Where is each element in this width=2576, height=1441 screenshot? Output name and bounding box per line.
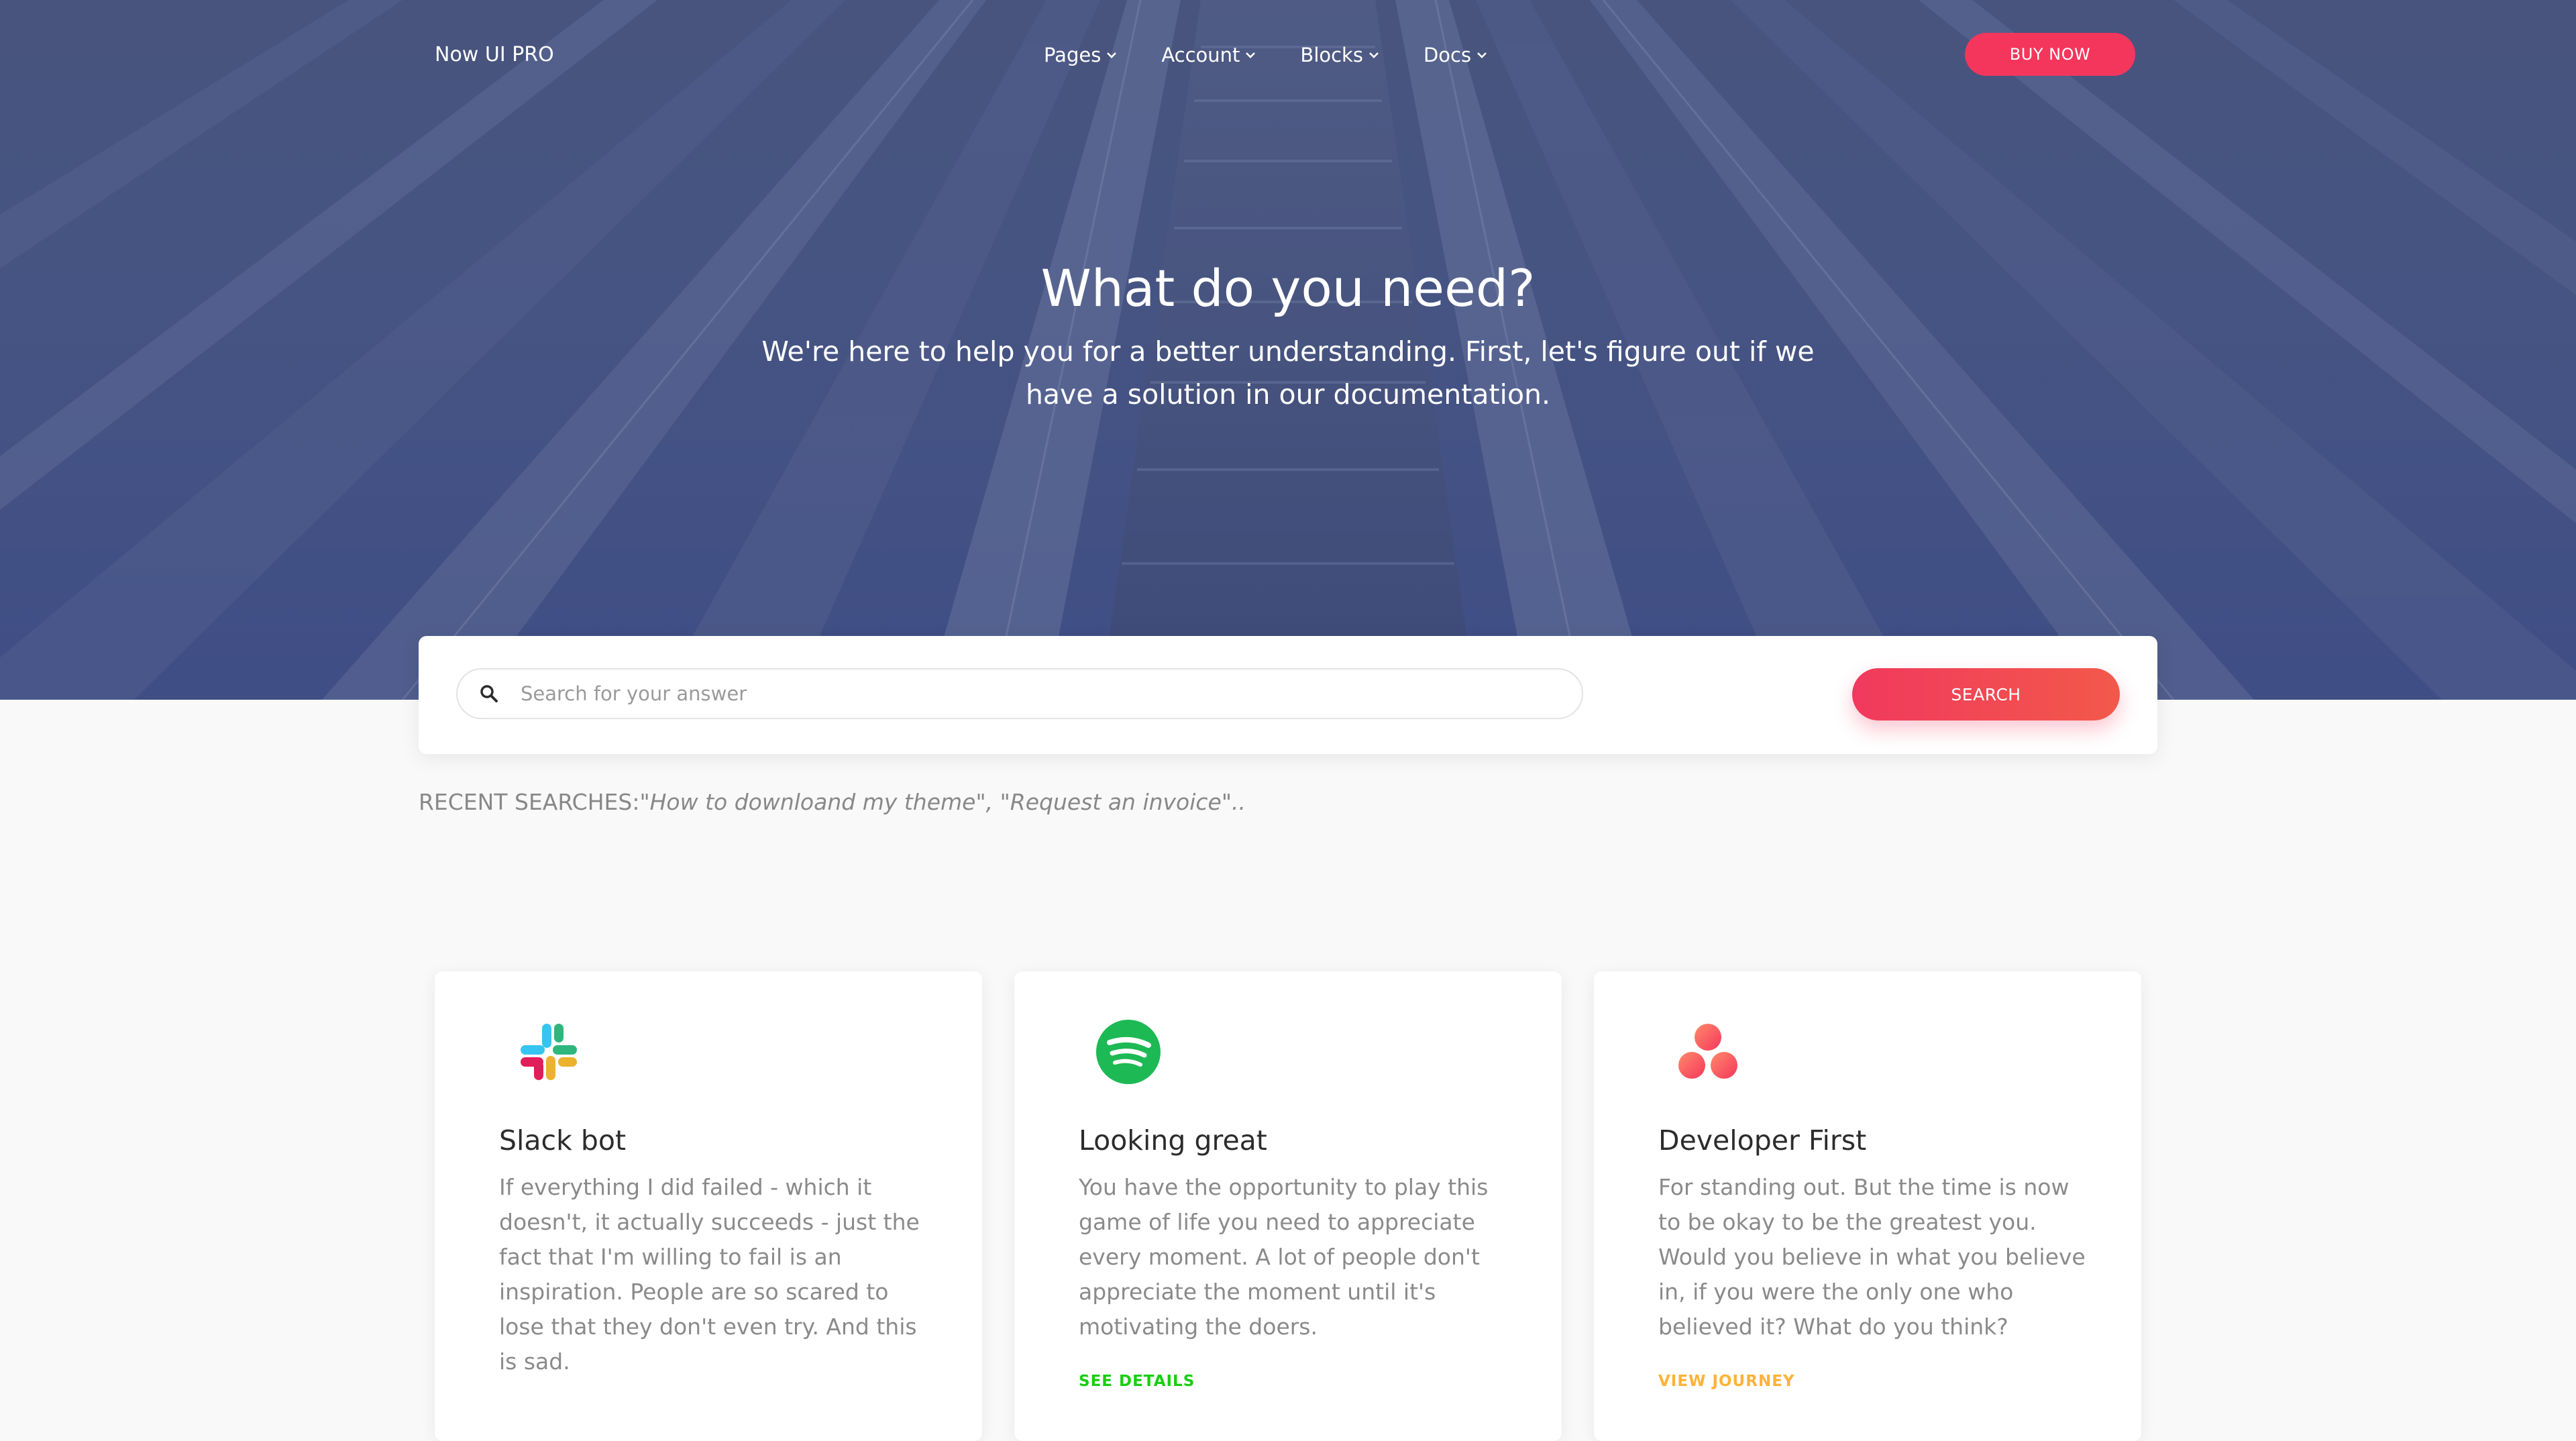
feature-card: Looking great You have the opportunity t… bbox=[1014, 971, 1562, 1441]
recent-searches-queries[interactable]: "How to downloand my theme", "Request an… bbox=[639, 789, 1246, 815]
hero-subtitle: We're here to help you for a better unde… bbox=[761, 335, 1815, 411]
nav-menu: Pages Account Blocks Docs bbox=[1044, 42, 1532, 68]
brand-logo-text[interactable]: Now UI PRO bbox=[435, 42, 554, 68]
spotify-logo-icon bbox=[1096, 1020, 1161, 1084]
card-description: You have the opportunity to play this ga… bbox=[1079, 1174, 1489, 1340]
nav-item-label: Blocks bbox=[1300, 44, 1363, 66]
buy-now-button[interactable]: BUY NOW bbox=[1965, 33, 2135, 76]
nav-item-label: Account bbox=[1161, 44, 1240, 66]
navbar: Now UI PRO Pages Account Blocks Docs BUY… bbox=[0, 0, 2576, 111]
hero-section: Now UI PRO Pages Account Blocks Docs BUY… bbox=[0, 0, 2576, 700]
chevron-down-icon bbox=[1107, 52, 1117, 58]
view-journey-link[interactable]: VIEW JOURNEY bbox=[1658, 1373, 1795, 1390]
nav-item-blocks[interactable]: Blocks bbox=[1300, 42, 1381, 68]
slack-logo-icon bbox=[521, 1024, 577, 1080]
card-description: If everything I did failed - which it do… bbox=[499, 1174, 920, 1375]
search-icon bbox=[480, 685, 498, 702]
chevron-down-icon bbox=[1369, 52, 1379, 58]
recent-searches-label: RECENT SEARCHES: bbox=[419, 789, 640, 815]
nav-item-label: Docs bbox=[1423, 44, 1472, 66]
search-card: SEARCH bbox=[419, 636, 2157, 754]
asana-logo-icon bbox=[1678, 1024, 1737, 1079]
search-input[interactable] bbox=[519, 682, 1528, 706]
nav-item-pages[interactable]: Pages bbox=[1044, 42, 1118, 68]
hero-title: What do you need? bbox=[1040, 258, 1536, 318]
search-button[interactable]: SEARCH bbox=[1852, 668, 2120, 720]
feature-card: Slack bot If everything I did failed - w… bbox=[435, 971, 982, 1441]
card-title: Developer First bbox=[1658, 1124, 1867, 1157]
card-description: For standing out. But the time is now to… bbox=[1658, 1174, 2086, 1340]
nav-item-account[interactable]: Account bbox=[1161, 42, 1257, 68]
card-title: Looking great bbox=[1079, 1124, 1267, 1157]
feature-card: Developer First For standing out. But th… bbox=[1594, 971, 2141, 1441]
nav-item-docs[interactable]: Docs bbox=[1424, 42, 1489, 68]
search-field[interactable] bbox=[456, 668, 1583, 719]
see-details-link[interactable]: SEE DETAILS bbox=[1079, 1373, 1195, 1390]
chevron-down-icon bbox=[1246, 52, 1256, 58]
nav-item-label: Pages bbox=[1044, 44, 1102, 66]
chevron-down-icon bbox=[1477, 52, 1487, 58]
recent-searches: RECENT SEARCHES:"How to downloand my the… bbox=[419, 789, 1246, 816]
card-title: Slack bot bbox=[499, 1124, 627, 1157]
